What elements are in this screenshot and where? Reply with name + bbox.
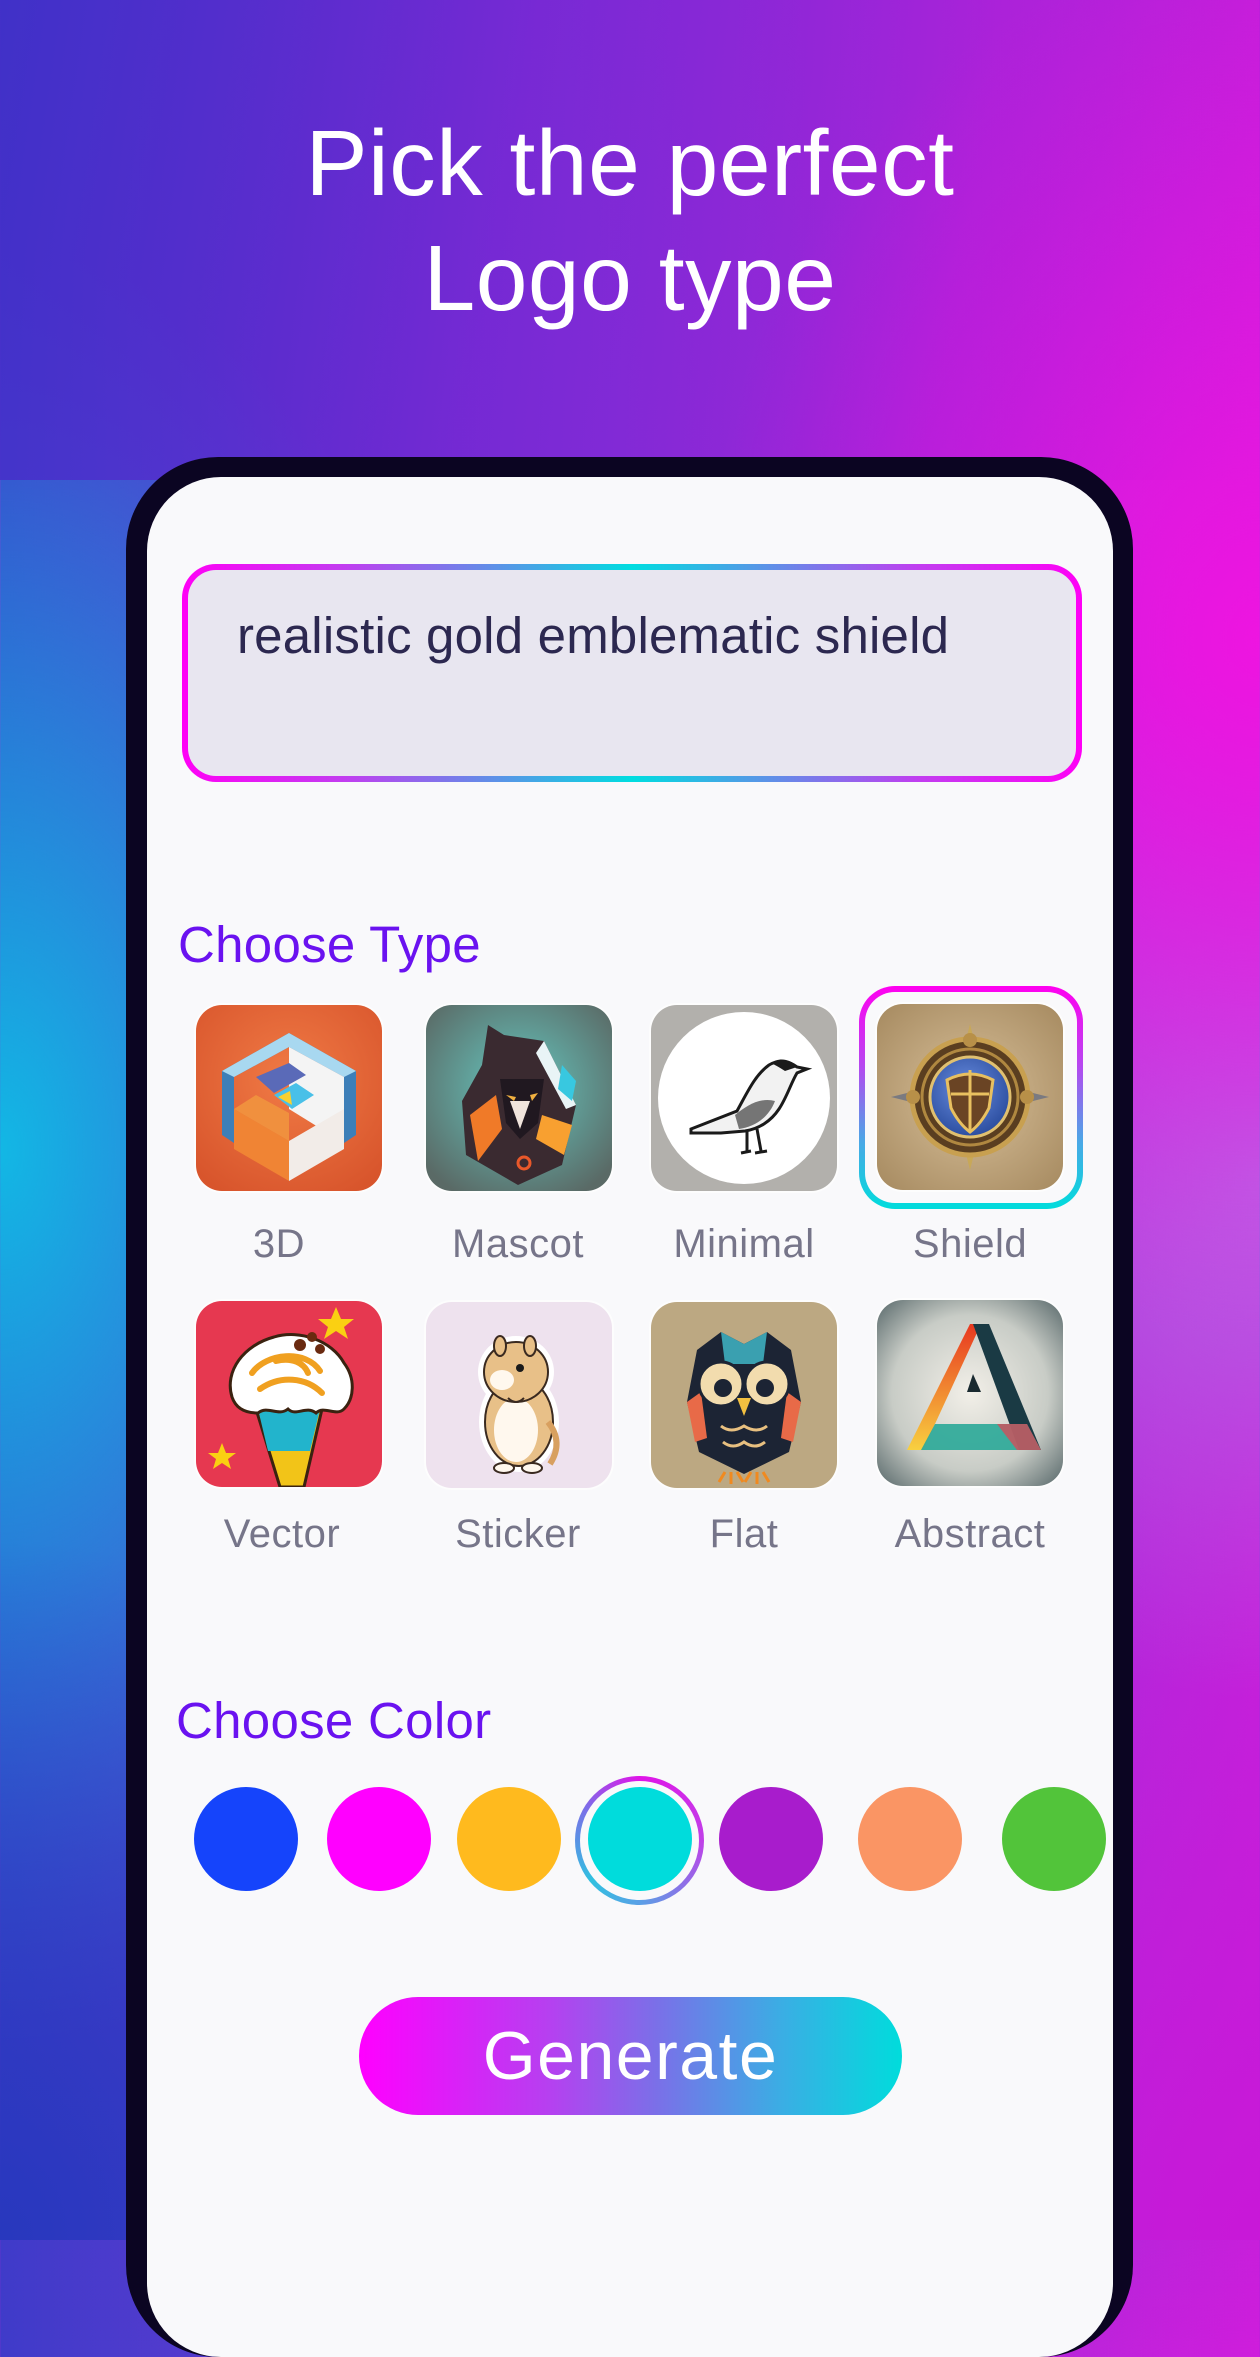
- color-swatch-orange[interactable]: [858, 1787, 962, 1891]
- generate-button[interactable]: Generate: [359, 1997, 902, 2115]
- type-tile-abstract[interactable]: [877, 1300, 1063, 1486]
- type-tile-minimal[interactable]: [651, 1005, 837, 1191]
- hero-title: Pick the perfect Logo type: [0, 106, 1260, 336]
- prompt-input[interactable]: realistic gold emblematic shield: [188, 570, 1076, 776]
- type-label-minimal: Minimal: [673, 1222, 815, 1266]
- type-label-vector: Vector: [223, 1512, 341, 1556]
- choose-type-heading: Choose Type: [178, 916, 481, 973]
- color-swatch-purple[interactable]: [719, 1787, 823, 1891]
- type-label-abstract: Abstract: [894, 1512, 1046, 1556]
- type-tile-vector[interactable]: [196, 1301, 382, 1487]
- ice-cream-logo-icon: [196, 1301, 382, 1487]
- hero-title-line-1: Pick the perfect: [305, 111, 955, 215]
- type-tile-3d[interactable]: [196, 1005, 382, 1191]
- color-swatch-green[interactable]: [1002, 1787, 1106, 1891]
- owl-logo-icon: [651, 1302, 837, 1488]
- type-label-mascot: Mascot: [452, 1222, 584, 1266]
- color-swatch-magenta[interactable]: [327, 1787, 431, 1891]
- prompt-input-border[interactable]: realistic gold emblematic shield: [182, 564, 1082, 782]
- color-swatch-amber[interactable]: [457, 1787, 561, 1891]
- type-label-shield: Shield: [912, 1222, 1028, 1266]
- bird-sketch-logo-icon: [651, 1005, 837, 1191]
- type-label-flat: Flat: [709, 1512, 779, 1556]
- type-tile-sticker[interactable]: [426, 1302, 612, 1488]
- type-label-3d: 3D: [252, 1222, 306, 1266]
- abstract-a-logo-icon: [877, 1300, 1063, 1486]
- isometric-cube-logo-icon: [196, 1005, 382, 1191]
- type-tile-mascot[interactable]: [426, 1005, 612, 1191]
- type-tile-flat[interactable]: [651, 1302, 837, 1488]
- hooded-mascot-logo-icon: [426, 1005, 612, 1191]
- choose-color-heading: Choose Color: [176, 1692, 492, 1749]
- hero-title-line-2: Logo type: [423, 226, 837, 330]
- color-swatch-cyan[interactable]: [588, 1787, 692, 1891]
- hamster-sticker-logo-icon: [426, 1302, 612, 1488]
- gold-shield-emblem-logo-icon: [877, 1004, 1063, 1190]
- color-swatch-blue[interactable]: [194, 1787, 298, 1891]
- type-tile-shield[interactable]: [877, 1004, 1063, 1190]
- prompt-input-value[interactable]: realistic gold emblematic shield: [237, 606, 949, 665]
- type-label-sticker: Sticker: [455, 1512, 581, 1556]
